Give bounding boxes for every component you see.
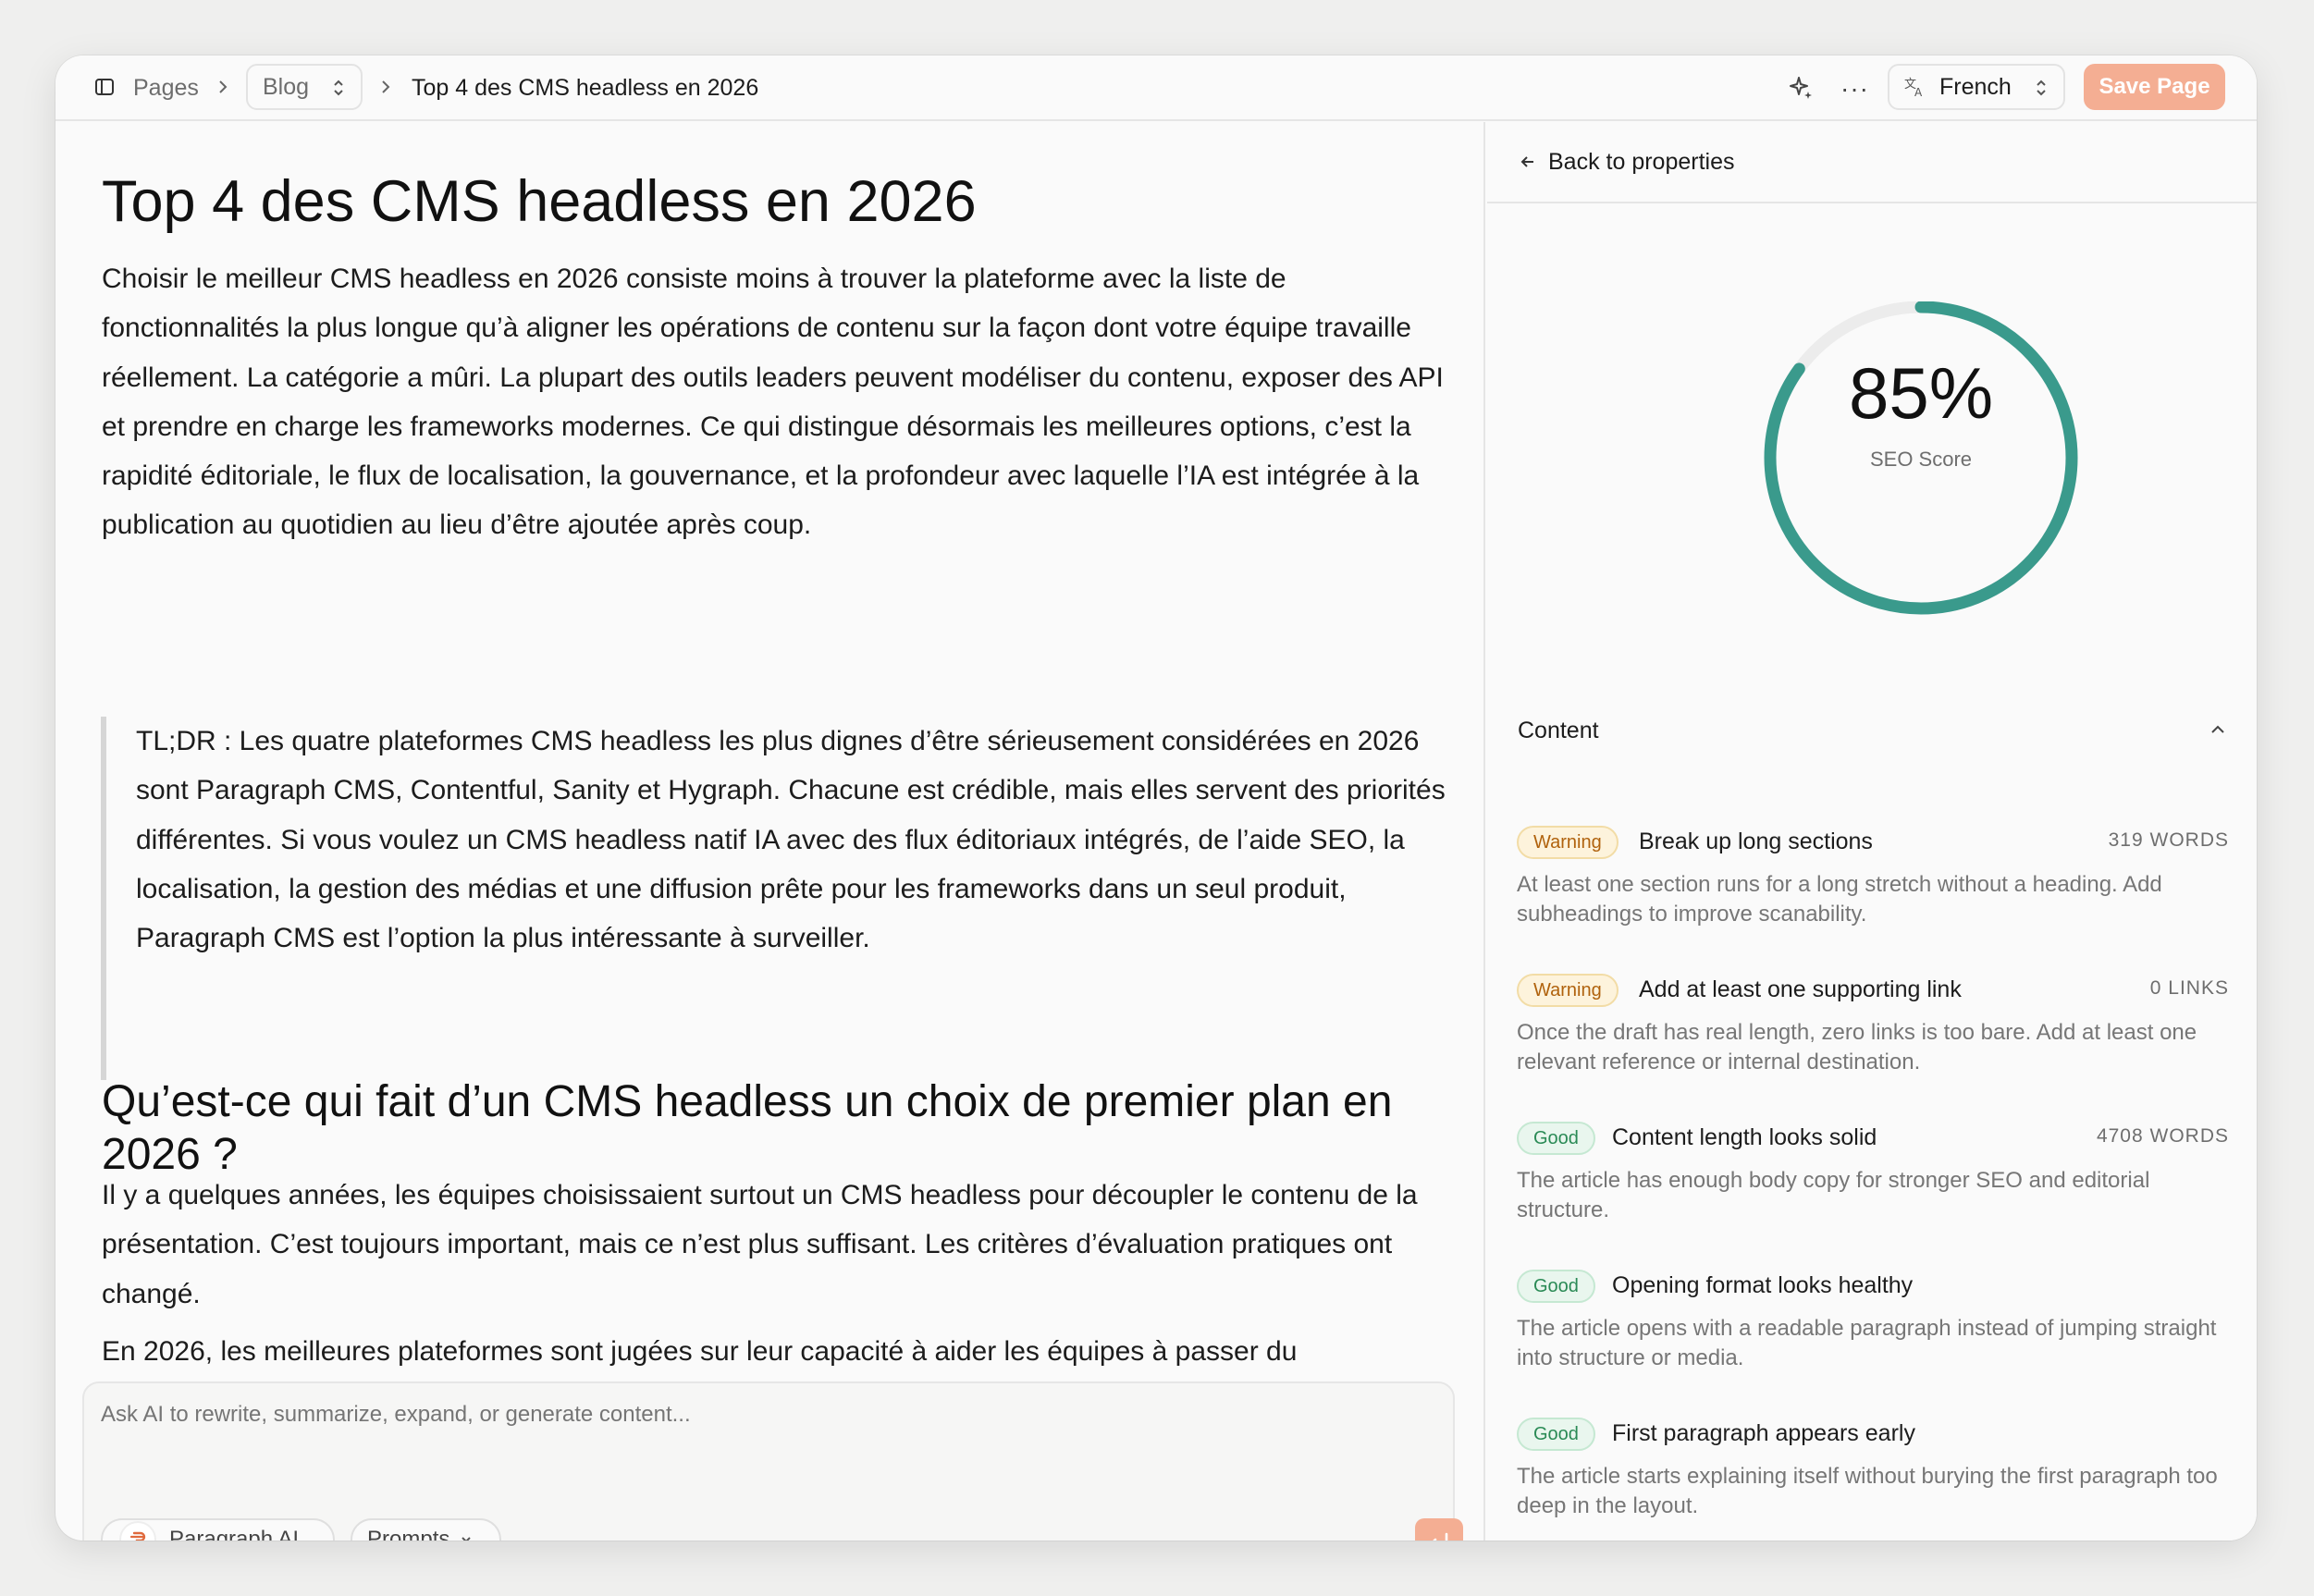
chevron-right-icon — [213, 77, 233, 97]
seo-panel: Back to properties 85% SEO Score Content… — [1487, 122, 2257, 1541]
paragraph-ai-button[interactable]: Paragraph AI — [101, 1518, 335, 1541]
seo-check-title: Content length looks solid — [1612, 1124, 1877, 1150]
seo-score-value: 85% — [1848, 352, 1994, 434]
seo-check-item[interactable]: Warning Break up long sections 319 WORDS At… — [1517, 826, 2229, 927]
seo-check-item[interactable]: Good First paragraph appears early The art… — [1517, 1418, 2229, 1518]
status-badge: Good — [1517, 1270, 1595, 1303]
back-to-properties-label: Back to properties — [1548, 148, 1735, 175]
back-to-properties-button[interactable]: Back to properties — [1487, 122, 2257, 203]
seo-check-description: The article starts explaining itself wit… — [1517, 1464, 2218, 1518]
seo-check-meta: 4708 WORDS — [2096, 1125, 2229, 1147]
intro-paragraph[interactable]: Choisir le meilleur CMS headless en 2026… — [102, 254, 1471, 550]
chevron-updown-icon — [2034, 78, 2049, 103]
body-paragraph-partial-text: En 2026, les meilleures plateformes sont… — [102, 1337, 1298, 1367]
blog-selector[interactable]: Blog — [246, 64, 363, 110]
chevron-updown-icon — [331, 78, 346, 103]
seo-check-description: The article has enough body copy for str… — [1517, 1168, 2150, 1222]
status-badge: Warning — [1517, 974, 1619, 1007]
prompts-label: Prompts — [367, 1527, 450, 1541]
editor-pane: Top 4 des CMS headless en 2026 Choisir l… — [55, 122, 1485, 1541]
seo-check-description: The article opens with a readable paragr… — [1517, 1316, 2217, 1370]
send-button[interactable] — [1415, 1518, 1463, 1541]
chevron-down-icon — [459, 1532, 474, 1541]
status-badge: Good — [1517, 1418, 1595, 1451]
paragraph-ai-label: Paragraph AI — [169, 1527, 300, 1541]
prompts-dropdown[interactable]: Prompts — [351, 1518, 501, 1541]
section-heading[interactable]: Qu’est-ce qui fait d’un CMS headless un … — [102, 1075, 1452, 1181]
breadcrumb-current: Top 4 des CMS headless en 2026 — [412, 75, 759, 101]
seo-check-title: Opening format looks healthy — [1612, 1272, 1914, 1298]
language-selector[interactable]: 文A French — [1888, 64, 2065, 110]
content-section-title[interactable]: Content — [1518, 718, 1599, 744]
save-page-button[interactable]: Save Page — [2084, 64, 2225, 110]
seo-check-title: First paragraph appears early — [1612, 1420, 1915, 1446]
seo-check-item[interactable]: Good Opening format looks healthy The arti… — [1517, 1270, 2229, 1370]
status-badge: Warning — [1517, 826, 1619, 859]
body-paragraph[interactable]: Il y a quelques années, les équipes choi… — [102, 1171, 1471, 1319]
article-title[interactable]: Top 4 des CMS headless en 2026 — [102, 168, 977, 235]
ai-prompt-box[interactable]: Ask AI to rewrite, summarize, expand, or… — [82, 1381, 1455, 1541]
sparkles-icon[interactable] — [1787, 74, 1815, 102]
paragraph-logo-icon — [119, 1521, 156, 1541]
seo-check-meta: 0 LINKS — [2149, 977, 2229, 999]
seo-check-item[interactable]: Warning Add at least one supporting link 0… — [1517, 974, 2229, 1074]
status-badge: Good — [1517, 1122, 1595, 1155]
translate-icon: 文A — [1904, 76, 1926, 98]
body-paragraph-partial[interactable]: En 2026, les meilleures plateformes sont… — [102, 1337, 1471, 1367]
arrow-left-icon — [1519, 153, 1537, 171]
chevron-up-icon[interactable] — [2207, 718, 2229, 745]
seo-check-description: At least one section runs for a long str… — [1517, 872, 2162, 927]
more-options-icon[interactable]: ··· — [1840, 74, 1869, 104]
language-label: French — [1939, 73, 2012, 100]
tldr-blockquote[interactable]: TL;DR : Les quatre plateformes CMS headl… — [101, 717, 1470, 1080]
app-window: Pages Blog Top 4 des CMS headless en 202… — [55, 55, 2257, 1541]
seo-check-meta: 319 WORDS — [2108, 829, 2229, 851]
seo-check-title: Add at least one supporting link — [1639, 976, 1962, 1002]
svg-text:A: A — [1914, 86, 1923, 98]
sidebar-toggle-icon[interactable] — [93, 76, 116, 98]
breadcrumb-pages[interactable]: Pages — [133, 75, 199, 102]
seo-check-item[interactable]: Good Content length looks solid 4708 WORDS… — [1517, 1122, 2229, 1222]
blog-selector-label: Blog — [263, 73, 310, 100]
seo-check-title: Break up long sections — [1639, 829, 1873, 854]
enter-icon — [1433, 1532, 1448, 1541]
seo-check-description: Once the draft has real length, zero lin… — [1517, 1020, 2197, 1074]
chevron-right-icon — [375, 77, 396, 97]
seo-score-label: SEO Score — [1869, 448, 1973, 471]
ai-prompt-placeholder[interactable]: Ask AI to rewrite, summarize, expand, or… — [101, 1402, 691, 1428]
top-bar: Pages Blog Top 4 des CMS headless en 202… — [55, 55, 2257, 121]
